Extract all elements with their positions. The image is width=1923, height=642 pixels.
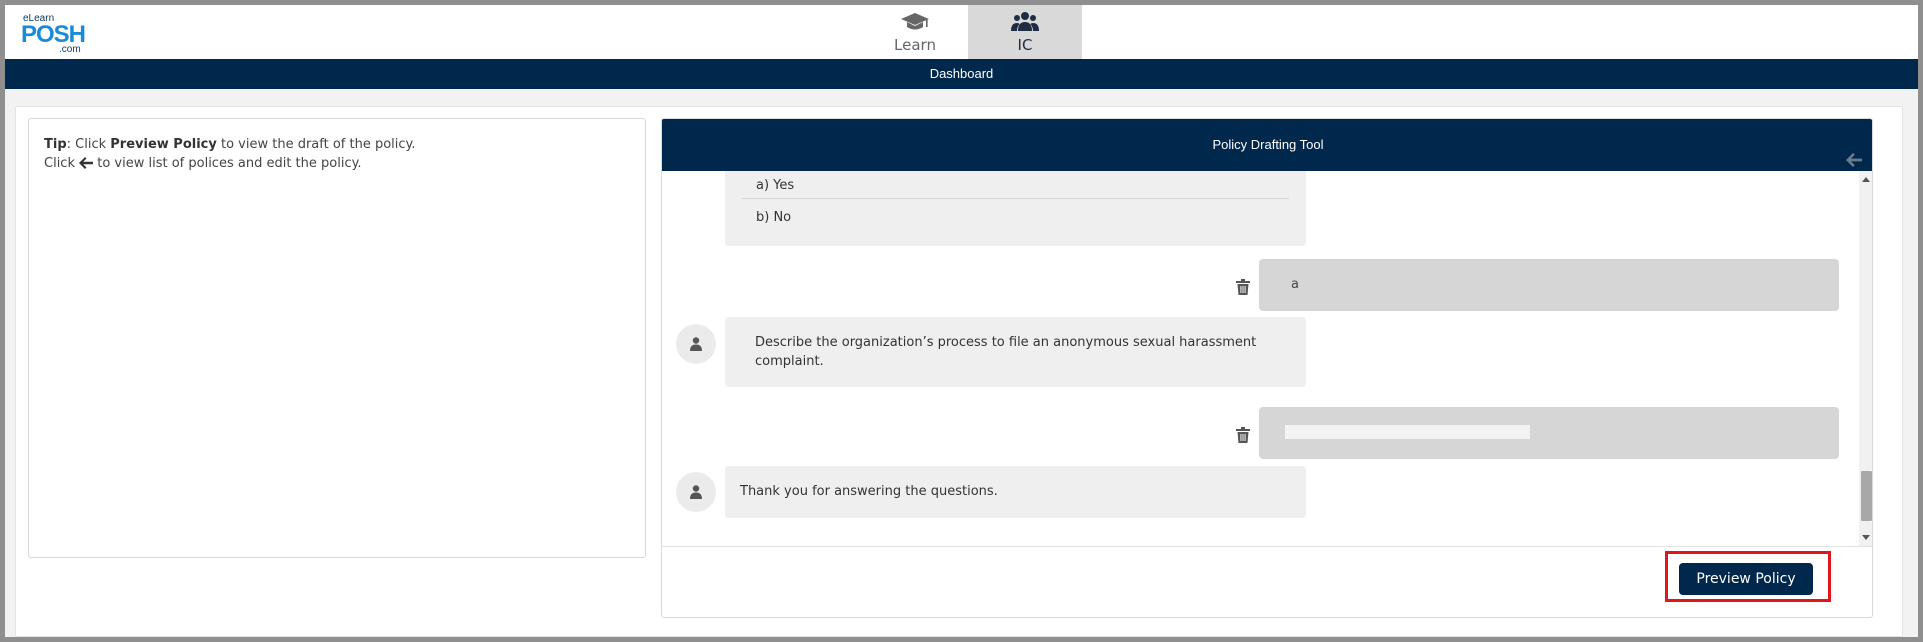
tip-panel: Tip: Click Preview Policy to view the dr…	[28, 118, 646, 558]
options-bubble: a) Yes b) No	[725, 171, 1306, 246]
dashboard-bar[interactable]: Dashboard	[5, 59, 1918, 89]
redacted-text-bar	[1285, 425, 1530, 439]
tool-title: Policy Drafting Tool	[1212, 137, 1324, 152]
users-icon	[968, 11, 1082, 35]
chat-area[interactable]: a) Yes b) No a Describe the organization…	[662, 171, 1872, 546]
bot-avatar	[676, 472, 716, 512]
user-answer-bubble-redacted	[1259, 407, 1839, 459]
trash-icon[interactable]	[1236, 279, 1250, 295]
scroll-down-arrow[interactable]	[1862, 535, 1870, 540]
top-navbar: eLearn POSH .com Learn IC	[5, 5, 1918, 59]
user-answer-bubble: a	[1259, 259, 1839, 311]
scroll-thumb[interactable]	[1861, 471, 1872, 521]
user-icon	[690, 485, 702, 499]
tool-header: Policy Drafting Tool	[662, 119, 1872, 171]
bot-thanks-bubble: Thank you for answering the questions.	[725, 466, 1306, 518]
policy-drafting-tool-panel: Policy Drafting Tool a) Yes b) No a Desc…	[661, 118, 1873, 618]
preview-policy-button[interactable]: Preview Policy	[1679, 563, 1813, 595]
bot-question-bubble: Describe the organization’s process to f…	[725, 317, 1306, 387]
elearnposh-logo[interactable]: eLearn POSH .com	[17, 11, 97, 55]
tip-line-2: Click to view list of polices and edit t…	[44, 154, 630, 175]
arrow-left-icon[interactable]	[1846, 137, 1862, 167]
option-yes[interactable]: a) Yes	[742, 173, 1289, 199]
nav-tab-learn[interactable]: Learn	[858, 5, 972, 59]
option-no[interactable]: b) No	[742, 203, 1289, 233]
tool-footer: Preview Policy	[662, 546, 1872, 617]
user-icon	[690, 337, 702, 351]
chat-scrollbar[interactable]	[1859, 171, 1872, 546]
scroll-up-arrow[interactable]	[1862, 177, 1870, 182]
tip-line-1: Tip: Click Preview Policy to view the dr…	[44, 137, 416, 152]
arrow-left-icon	[79, 156, 94, 175]
trash-icon[interactable]	[1236, 427, 1250, 443]
nav-tab-ic[interactable]: IC	[968, 5, 1082, 59]
bot-avatar	[676, 324, 716, 364]
graduation-cap-icon	[858, 11, 972, 35]
